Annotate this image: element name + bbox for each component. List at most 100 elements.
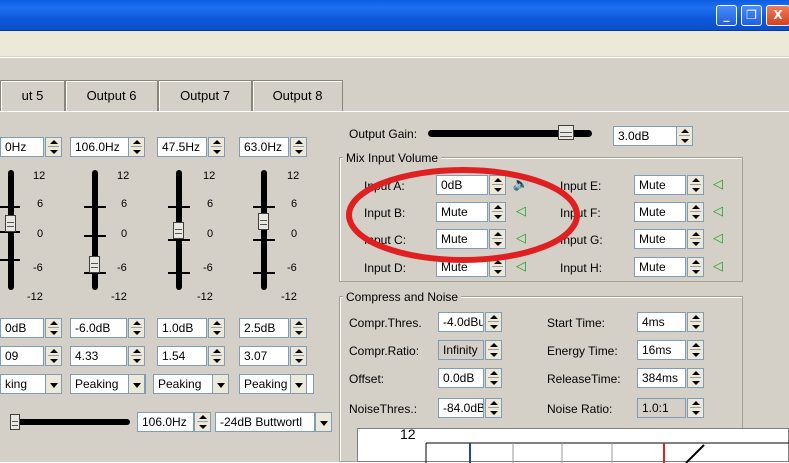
scale-tick: -6 [117, 262, 127, 274]
scale-tick: -12 [281, 291, 297, 303]
chevron-down-icon[interactable] [128, 374, 145, 394]
release-time-field[interactable]: 384ms [637, 368, 686, 388]
gain-field[interactable]: 0dB [0, 318, 44, 338]
compr-thres-field[interactable]: -4.0dBu [438, 312, 484, 332]
compr-ratio-field[interactable]: Infinity [438, 340, 484, 360]
release-time-spinner[interactable] [687, 368, 704, 388]
scale-tick: -6 [287, 262, 297, 274]
graph-plot [425, 442, 789, 463]
gain-slider-thumb[interactable] [173, 222, 184, 239]
freq-field[interactable]: 0Hz [0, 137, 44, 157]
output-gain-spinner[interactable] [676, 126, 693, 146]
input-g-spinner[interactable] [687, 229, 704, 249]
scale-tick: 0 [37, 228, 44, 240]
slider-tick [168, 206, 190, 208]
scale-tick: -6 [203, 262, 213, 274]
freq-field[interactable]: 47.5Hz [157, 137, 207, 157]
freq-spinner[interactable] [45, 137, 62, 157]
chevron-down-icon[interactable] [212, 374, 229, 394]
menu-bar [0, 31, 789, 57]
crossover-filter-select[interactable]: -24dB Buttwortl [215, 412, 315, 432]
scale-tick: 6 [37, 198, 44, 210]
noise-thres-label: NoiseThres.: [349, 402, 418, 416]
gain-spinner[interactable] [208, 318, 225, 338]
input-e-spinner[interactable] [687, 175, 704, 195]
crossover-slider-track[interactable] [14, 419, 130, 425]
q-field[interactable]: 09 [0, 346, 44, 366]
compr-ratio-spinner[interactable] [485, 340, 502, 360]
start-time-field[interactable]: 4ms [637, 312, 686, 332]
noise-ratio-spinner[interactable] [687, 398, 704, 418]
compr-thres-label: Compr.Thres. [349, 316, 422, 330]
q-spinner[interactable] [45, 346, 62, 366]
gain-slider-thumb[interactable] [258, 213, 269, 230]
gain-field[interactable]: 2.5dB [239, 318, 289, 338]
highlight-circle [346, 167, 580, 263]
scale-tick: 6 [121, 198, 128, 210]
restore-button[interactable]: ❐ [741, 5, 762, 26]
output-gain-field[interactable]: 3.0dB [613, 126, 677, 146]
output-gain-slider-thumb[interactable] [558, 125, 574, 140]
gain-spinner[interactable] [45, 318, 62, 338]
tab-output-8[interactable]: Output 8 [252, 80, 343, 112]
tab-output-7[interactable]: Output 7 [158, 80, 252, 112]
energy-time-spinner[interactable] [687, 340, 704, 360]
scale-tick: -12 [111, 291, 127, 303]
gain-slider-thumb[interactable] [89, 256, 100, 273]
q-field[interactable]: 1.54 [157, 346, 207, 366]
input-f-spinner[interactable] [687, 202, 704, 222]
noise-ratio-field[interactable]: 1.0:1 [637, 398, 686, 418]
speaker-mute-icon[interactable]: ◁ [709, 258, 727, 276]
start-time-spinner[interactable] [687, 312, 704, 332]
compr-ratio-label: Compr.Ratio: [349, 344, 420, 358]
scale-tick: 0 [121, 228, 128, 240]
q-field[interactable]: 4.33 [70, 346, 127, 366]
tab-output-6[interactable]: Output 6 [65, 80, 158, 112]
chevron-down-icon[interactable] [45, 374, 62, 394]
noise-thres-spinner[interactable] [485, 398, 502, 418]
crossover-slider-thumb[interactable] [10, 414, 20, 430]
input-h-spinner[interactable] [687, 257, 704, 277]
minimize-button[interactable]: _ [716, 5, 737, 26]
energy-time-label: Energy Time: [547, 344, 618, 358]
q-spinner[interactable] [128, 346, 145, 366]
start-time-label: Start Time: [547, 316, 606, 330]
speaker-mute-icon[interactable]: ◁ [709, 230, 727, 248]
tab-divider [0, 111, 789, 112]
q-field[interactable]: 3.07 [239, 346, 289, 366]
speaker-mute-icon[interactable]: ◁ [709, 203, 727, 221]
slider-tick [0, 259, 20, 261]
scale-tick: 12 [117, 170, 130, 182]
gain-field[interactable]: -6.0dB [70, 318, 127, 338]
chevron-down-icon[interactable] [290, 374, 307, 394]
speaker-mute-icon[interactable]: ◁ [709, 176, 727, 194]
title-bar: _ ❐ X [0, 0, 789, 31]
input-g-field[interactable]: Mute [634, 229, 686, 249]
gain-spinner[interactable] [290, 318, 307, 338]
freq-field[interactable]: 63.0Hz [239, 137, 289, 157]
compr-thres-spinner[interactable] [485, 312, 502, 332]
noise-thres-field[interactable]: -84.0dB [438, 398, 484, 418]
gain-field[interactable]: 1.0dB [157, 318, 207, 338]
tab-output-5[interactable]: ut 5 [0, 80, 65, 112]
chevron-down-icon[interactable] [315, 412, 332, 432]
q-spinner[interactable] [290, 346, 307, 366]
gain-spinner[interactable] [128, 318, 145, 338]
crossover-freq-spinner[interactable] [194, 412, 211, 432]
offset-field[interactable]: 0.0dB [438, 368, 484, 388]
freq-spinner[interactable] [208, 137, 225, 157]
crossover-freq-field[interactable]: 106.0Hz [137, 412, 194, 432]
energy-time-field[interactable]: 16ms [637, 340, 686, 360]
input-f-field[interactable]: Mute [634, 202, 686, 222]
q-spinner[interactable] [208, 346, 225, 366]
input-e-field[interactable]: Mute [634, 175, 686, 195]
offset-label: Offset: [349, 372, 385, 386]
freq-spinner[interactable] [290, 137, 307, 157]
input-h-field[interactable]: Mute [634, 257, 686, 277]
close-button[interactable]: X [766, 5, 789, 26]
scale-tick: 12 [287, 170, 300, 182]
scale-tick: -12 [27, 291, 43, 303]
offset-spinner[interactable] [485, 368, 502, 388]
freq-spinner[interactable] [128, 137, 145, 157]
gain-slider-thumb[interactable] [5, 215, 16, 232]
